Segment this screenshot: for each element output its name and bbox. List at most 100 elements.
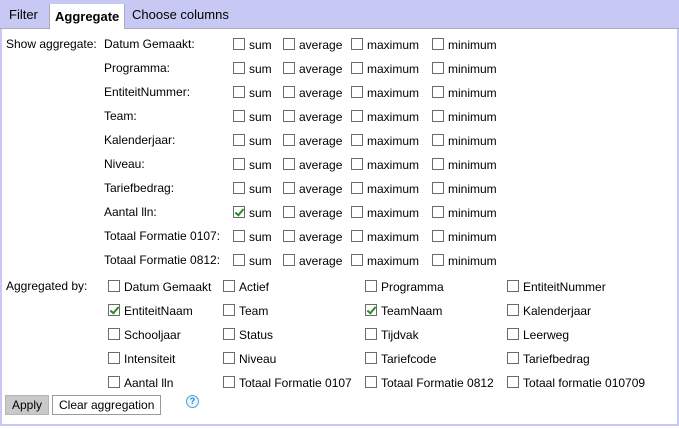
maximum-checkbox[interactable] bbox=[351, 38, 363, 50]
aggregated-by-checkbox[interactable] bbox=[223, 304, 235, 316]
minimum-checkbox[interactable] bbox=[432, 86, 444, 98]
maximum-checkbox[interactable] bbox=[351, 206, 363, 218]
maximum-checkbox[interactable] bbox=[351, 158, 363, 170]
tab-choose-columns[interactable]: Choose columns bbox=[132, 7, 229, 22]
maximum-label: maximum bbox=[367, 110, 420, 124]
aggregate-field-label: Niveau: bbox=[104, 157, 145, 171]
aggregated-by-checkbox[interactable] bbox=[507, 280, 519, 292]
aggregated-by-checkbox[interactable] bbox=[507, 304, 519, 316]
minimum-checkbox[interactable] bbox=[432, 230, 444, 242]
average-checkbox[interactable] bbox=[283, 62, 295, 74]
average-checkbox[interactable] bbox=[283, 254, 295, 266]
maximum-checkbox[interactable] bbox=[351, 134, 363, 146]
maximum-label: maximum bbox=[367, 134, 420, 148]
sum-label: sum bbox=[249, 182, 272, 196]
maximum-checkbox[interactable] bbox=[351, 230, 363, 242]
average-checkbox[interactable] bbox=[283, 206, 295, 218]
average-checkbox[interactable] bbox=[283, 158, 295, 170]
tab-bar: Filter Aggregate Choose columns bbox=[0, 0, 679, 29]
sum-label: sum bbox=[249, 110, 272, 124]
sum-checkbox[interactable] bbox=[233, 158, 245, 170]
minimum-checkbox[interactable] bbox=[432, 62, 444, 74]
maximum-label: maximum bbox=[367, 158, 420, 172]
sum-label: sum bbox=[249, 206, 272, 220]
show-aggregate-label: Show aggregate: bbox=[6, 37, 97, 51]
maximum-checkbox[interactable] bbox=[351, 62, 363, 74]
aggregated-by-checkbox[interactable] bbox=[108, 304, 120, 316]
maximum-checkbox[interactable] bbox=[351, 110, 363, 122]
tab-aggregate[interactable]: Aggregate bbox=[49, 4, 126, 29]
sum-checkbox[interactable] bbox=[233, 254, 245, 266]
aggregated-by-checkbox[interactable] bbox=[223, 328, 235, 340]
minimum-label: minimum bbox=[448, 230, 497, 244]
aggregated-by-label: EntiteitNaam bbox=[124, 304, 193, 318]
sum-checkbox[interactable] bbox=[233, 38, 245, 50]
maximum-checkbox[interactable] bbox=[351, 86, 363, 98]
sum-checkbox[interactable] bbox=[233, 86, 245, 98]
maximum-label: maximum bbox=[367, 86, 420, 100]
aggregated-by-checkbox[interactable] bbox=[108, 328, 120, 340]
sum-label: sum bbox=[249, 38, 272, 52]
sum-checkbox[interactable] bbox=[233, 62, 245, 74]
average-label: average bbox=[299, 38, 343, 52]
minimum-checkbox[interactable] bbox=[432, 158, 444, 170]
aggregated-by-checkbox[interactable] bbox=[365, 352, 377, 364]
aggregated-by-checkbox[interactable] bbox=[108, 280, 120, 292]
aggregated-by-label: Totaal Formatie 0812 bbox=[381, 376, 494, 390]
sum-checkbox[interactable] bbox=[233, 134, 245, 146]
average-checkbox[interactable] bbox=[283, 86, 295, 98]
apply-button[interactable]: Apply bbox=[5, 395, 50, 415]
aggregated-by-label: Actief bbox=[239, 280, 270, 294]
minimum-label: minimum bbox=[448, 254, 497, 268]
maximum-label: maximum bbox=[367, 38, 420, 52]
minimum-label: minimum bbox=[448, 206, 497, 220]
aggregated-by-checkbox[interactable] bbox=[365, 280, 377, 292]
maximum-label: maximum bbox=[367, 254, 420, 268]
sum-checkbox[interactable] bbox=[233, 230, 245, 242]
aggregated-by-checkbox[interactable] bbox=[108, 376, 120, 388]
maximum-label: maximum bbox=[367, 62, 420, 76]
clear-aggregation-button[interactable]: Clear aggregation bbox=[52, 395, 162, 415]
average-label: average bbox=[299, 182, 343, 196]
minimum-checkbox[interactable] bbox=[432, 38, 444, 50]
aggregated-by-label: Totaal formatie 010709 bbox=[523, 376, 646, 390]
minimum-checkbox[interactable] bbox=[432, 206, 444, 218]
aggregated-by-checkbox[interactable] bbox=[365, 328, 377, 340]
minimum-checkbox[interactable] bbox=[432, 110, 444, 122]
maximum-checkbox[interactable] bbox=[351, 182, 363, 194]
minimum-checkbox[interactable] bbox=[432, 134, 444, 146]
aggregated-by-checkbox[interactable] bbox=[507, 328, 519, 340]
aggregated-by-label: EntiteitNummer bbox=[523, 280, 606, 294]
aggregated-by-checkbox[interactable] bbox=[108, 352, 120, 364]
minimum-checkbox[interactable] bbox=[432, 182, 444, 194]
average-checkbox[interactable] bbox=[283, 110, 295, 122]
aggregated-by-label: Kalenderjaar bbox=[523, 304, 592, 318]
help-icon[interactable]: ? bbox=[186, 395, 199, 408]
aggregated-by-checkbox[interactable] bbox=[507, 352, 519, 364]
average-checkbox[interactable] bbox=[283, 134, 295, 146]
aggregated-by-label: Tariefbedrag bbox=[523, 352, 590, 366]
sum-checkbox[interactable] bbox=[233, 206, 245, 218]
aggregated-by-checkbox[interactable] bbox=[507, 376, 519, 388]
average-label: average bbox=[299, 230, 343, 244]
aggregated-by-checkbox[interactable] bbox=[365, 376, 377, 388]
aggregated-by-label: Intensiteit bbox=[124, 352, 176, 366]
average-label: average bbox=[299, 254, 343, 268]
aggregated-by-checkbox[interactable] bbox=[223, 280, 235, 292]
aggregated-by-checkbox[interactable] bbox=[365, 304, 377, 316]
maximum-checkbox[interactable] bbox=[351, 254, 363, 266]
average-checkbox[interactable] bbox=[283, 230, 295, 242]
aggregated-by-checkbox[interactable] bbox=[223, 352, 235, 364]
tab-filter[interactable]: Filter bbox=[9, 7, 38, 22]
aggregate-field-label: Totaal Formatie 0107: bbox=[104, 229, 221, 243]
sum-checkbox[interactable] bbox=[233, 182, 245, 194]
aggregate-field-label: Totaal Formatie 0812: bbox=[104, 253, 221, 267]
average-checkbox[interactable] bbox=[283, 38, 295, 50]
average-checkbox[interactable] bbox=[283, 182, 295, 194]
minimum-checkbox[interactable] bbox=[432, 254, 444, 266]
average-label: average bbox=[299, 158, 343, 172]
sum-label: sum bbox=[249, 62, 272, 76]
aggregate-field-label: Kalenderjaar: bbox=[104, 133, 176, 147]
sum-checkbox[interactable] bbox=[233, 110, 245, 122]
aggregated-by-checkbox[interactable] bbox=[223, 376, 235, 388]
